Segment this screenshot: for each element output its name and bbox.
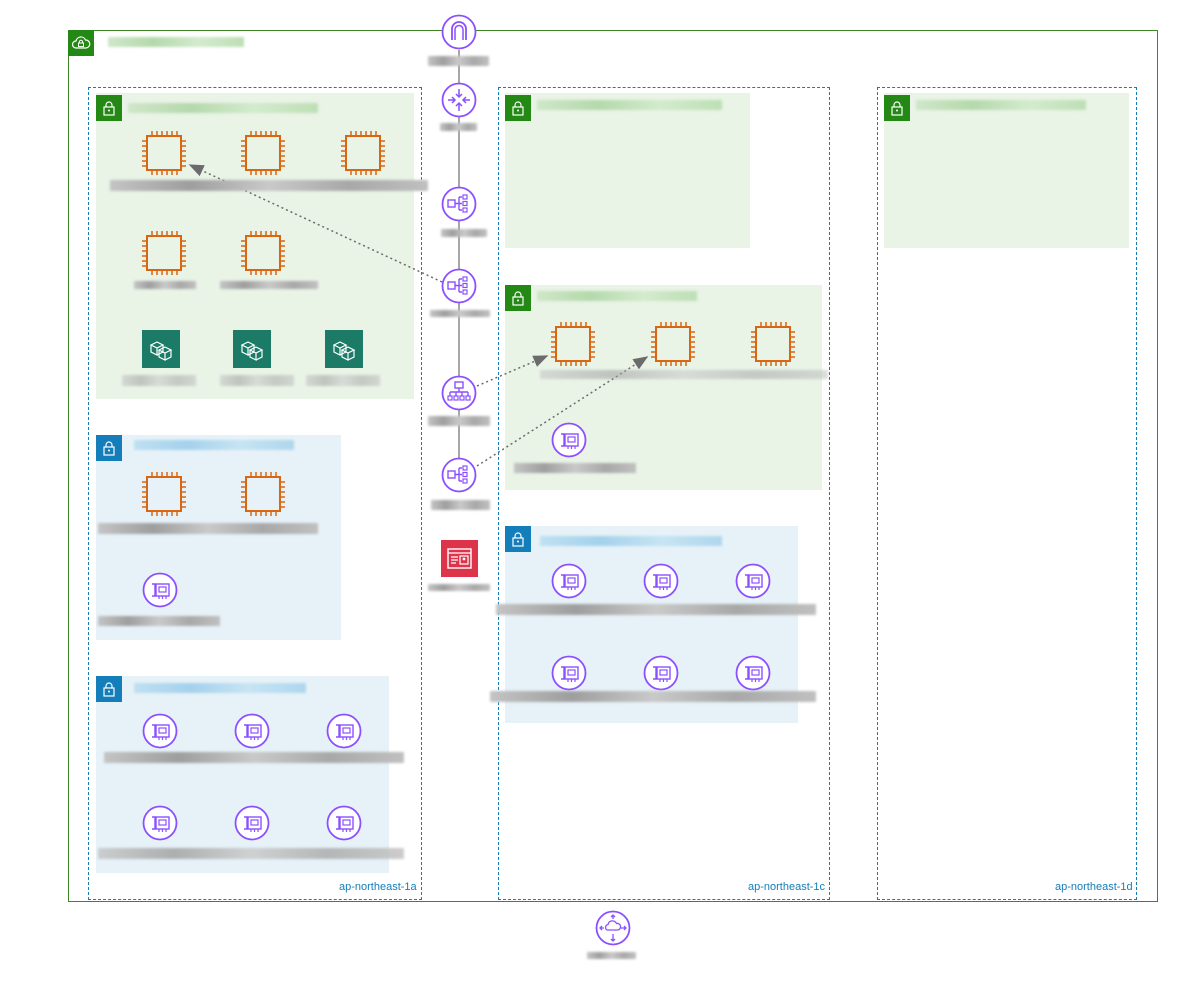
network-interface-icon bbox=[326, 713, 362, 749]
network-interface-icon bbox=[735, 563, 771, 599]
chip-icon bbox=[240, 471, 286, 517]
load-balancer-icon bbox=[441, 186, 477, 222]
service-label-redacted bbox=[440, 123, 477, 131]
service-label-redacted bbox=[587, 952, 636, 959]
chip-icon bbox=[650, 321, 696, 367]
container-label-redacted bbox=[220, 375, 294, 386]
transit-gateway-icon bbox=[595, 910, 631, 946]
network-interface-icon bbox=[643, 655, 679, 691]
service-label-redacted bbox=[428, 584, 490, 591]
service-label-redacted bbox=[431, 500, 490, 510]
network-interface-icon bbox=[551, 655, 587, 691]
network-interface-icon bbox=[735, 655, 771, 691]
container-cubes-icon bbox=[142, 330, 180, 368]
service-label-redacted bbox=[430, 310, 490, 317]
network-interface-icon bbox=[234, 805, 270, 841]
web-firewall-icon bbox=[441, 540, 478, 577]
chip-icon bbox=[141, 471, 187, 517]
network-interface-icon bbox=[142, 713, 178, 749]
eni-label-redacted bbox=[496, 604, 816, 615]
instance-label-redacted bbox=[134, 281, 196, 289]
service-label-redacted bbox=[428, 56, 489, 66]
network-interface-icon bbox=[234, 713, 270, 749]
network-interface-icon bbox=[142, 805, 178, 841]
container-cubes-icon bbox=[233, 330, 271, 368]
instance-label-redacted bbox=[220, 281, 318, 289]
eni-label-redacted bbox=[514, 463, 636, 473]
network-interface-icon bbox=[326, 805, 362, 841]
chip-icon bbox=[141, 130, 187, 176]
eni-label-redacted bbox=[490, 691, 816, 702]
eni-label-redacted bbox=[98, 616, 220, 626]
network-interface-icon bbox=[551, 563, 587, 599]
dotted-arrow bbox=[476, 355, 549, 387]
chip-icon bbox=[340, 130, 386, 176]
container-cubes-icon bbox=[325, 330, 363, 368]
service-label-redacted bbox=[428, 416, 490, 426]
application-load-balancer-icon bbox=[441, 375, 477, 411]
chip-icon bbox=[141, 230, 187, 276]
chip-icon bbox=[550, 321, 596, 367]
container-label-redacted bbox=[306, 375, 380, 386]
service-label-redacted bbox=[441, 229, 487, 237]
chip-icon bbox=[240, 230, 286, 276]
chip-icon bbox=[240, 130, 286, 176]
instance-label-redacted bbox=[110, 180, 428, 191]
eni-label-redacted bbox=[104, 752, 404, 763]
instance-label-redacted bbox=[540, 370, 828, 379]
load-balancer-icon bbox=[441, 457, 477, 493]
container-label-redacted bbox=[122, 375, 196, 386]
network-interface-icon bbox=[142, 572, 178, 608]
load-balancer-icon bbox=[441, 268, 477, 304]
instance-label-redacted bbox=[98, 523, 318, 534]
network-interface-icon bbox=[643, 563, 679, 599]
router-icon bbox=[441, 82, 477, 118]
network-interface-icon bbox=[551, 422, 587, 458]
internet-gateway-icon bbox=[441, 14, 477, 50]
chip-icon bbox=[750, 321, 796, 367]
eni-label-redacted bbox=[98, 848, 404, 859]
